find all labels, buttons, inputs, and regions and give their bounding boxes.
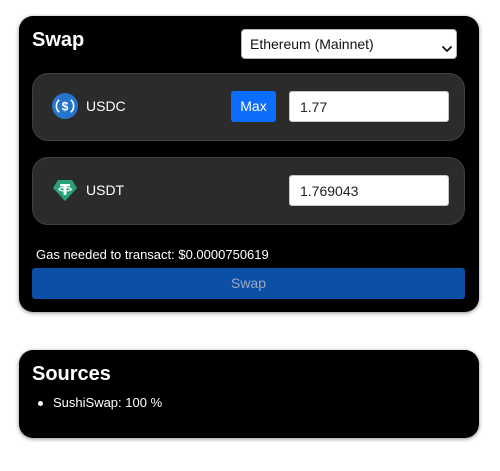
- from-amount-input[interactable]: [289, 91, 449, 122]
- gas-estimate: Gas needed to transact: $0.0000750619: [36, 247, 269, 262]
- bullet: [38, 401, 43, 406]
- to-token-symbol: USDT: [86, 182, 125, 198]
- sources-card: Sources SushiSwap: 100 %: [19, 350, 479, 438]
- max-button[interactable]: Max: [231, 91, 276, 122]
- chevron-down-icon: [442, 40, 452, 56]
- to-amount-input[interactable]: [289, 175, 449, 206]
- from-token-row: $ USDC Max: [32, 73, 465, 141]
- usdt-icon: [52, 177, 78, 203]
- sources-list: SushiSwap: 100 %: [33, 395, 162, 410]
- sources-title: Sources: [32, 363, 111, 385]
- network-select[interactable]: Ethereum (Mainnet): [241, 29, 457, 59]
- usdc-icon: $: [52, 93, 78, 119]
- svg-text:$: $: [62, 100, 69, 114]
- swap-card: Swap Ethereum (Mainnet) $ USDC Max 1.77 …: [19, 16, 479, 312]
- source-label: SushiSwap: 100 %: [53, 395, 163, 410]
- network-select-value: Ethereum (Mainnet): [250, 36, 374, 52]
- swap-title: Swap: [32, 29, 85, 51]
- from-token-symbol: USDC: [86, 98, 126, 114]
- list-item: SushiSwap: 100 %: [33, 395, 162, 410]
- to-token-row: USDT: [32, 157, 465, 225]
- swap-button[interactable]: Swap: [32, 268, 465, 299]
